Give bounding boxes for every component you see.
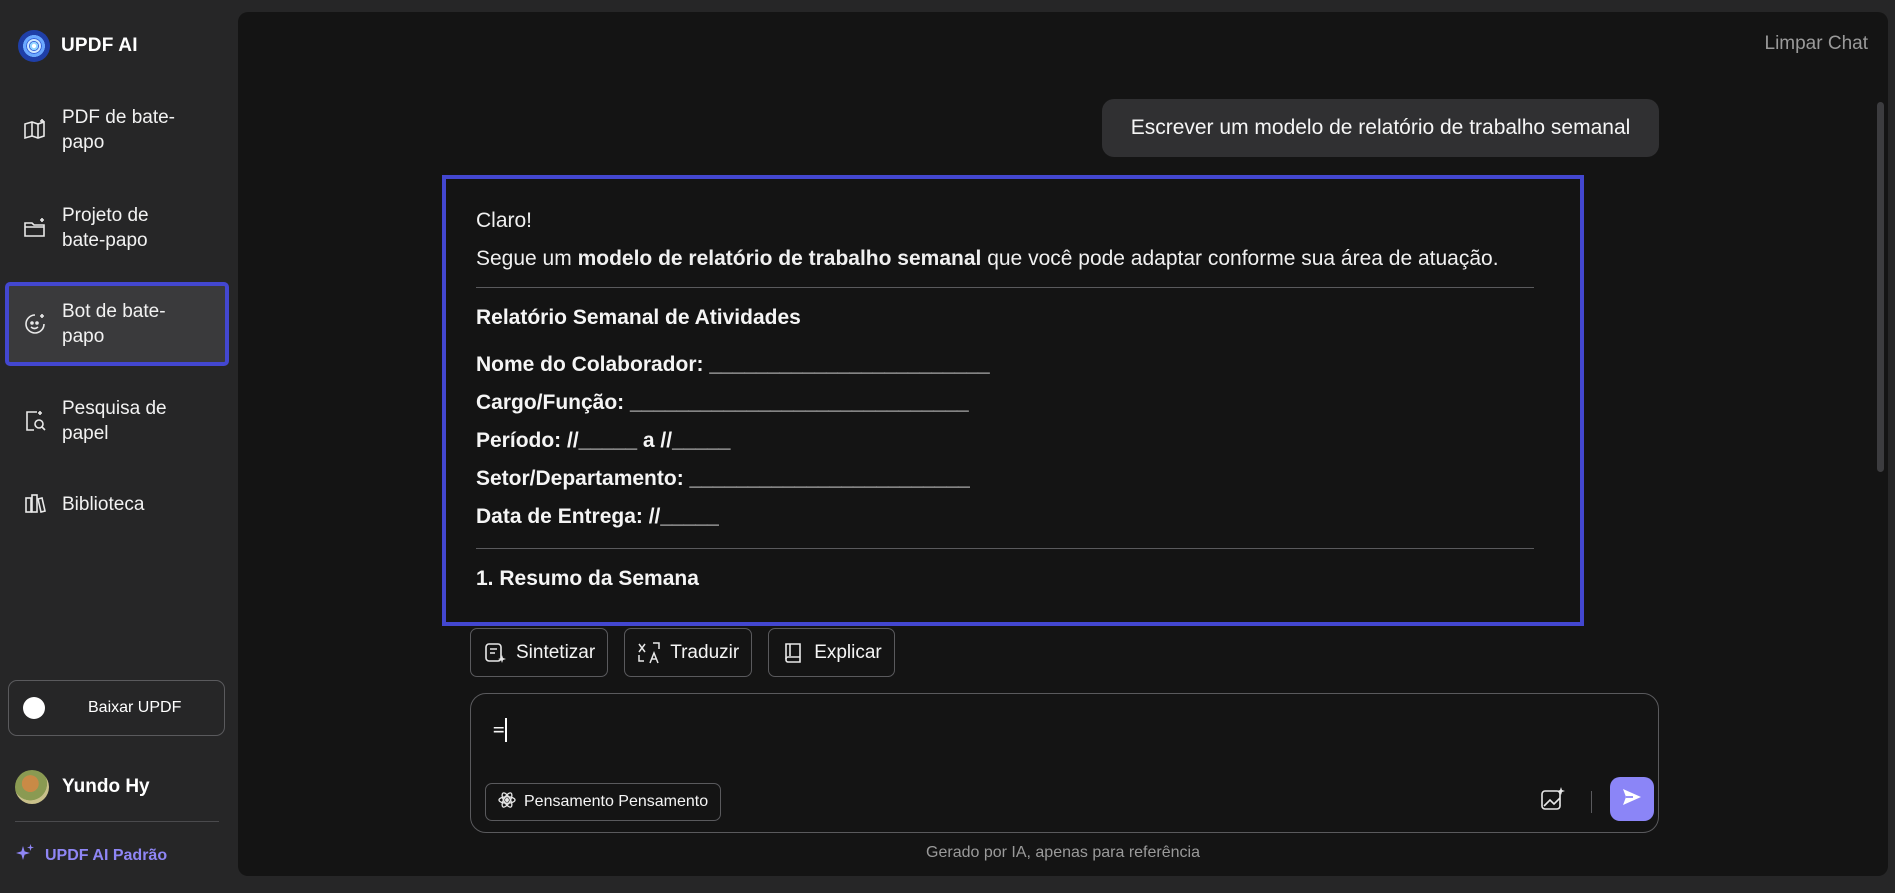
explain-button[interactable]: Explicar [768, 628, 895, 677]
folder-chat-icon [22, 215, 48, 241]
paper-search-icon [22, 408, 48, 434]
report-title: Relatório Semanal de Atividades [476, 306, 801, 329]
chat-input[interactable]: = [493, 718, 508, 742]
divider [476, 548, 1534, 549]
divider [1591, 791, 1592, 813]
form-field-department: Setor/Departamento: ____________________… [476, 467, 970, 490]
send-icon [1621, 786, 1643, 813]
user-message-text: Escrever um modelo de relatório de traba… [1130, 116, 1631, 139]
clear-chat-button[interactable]: Limpar Chat [1765, 33, 1869, 55]
image-ai-button[interactable] [1538, 786, 1568, 816]
sparkle-icon [15, 843, 35, 868]
sidebar-item-label: Biblioteca [62, 493, 145, 515]
user-message-bubble: Escrever um modelo de relatório de traba… [1102, 99, 1659, 157]
scrollbar[interactable] [1877, 102, 1884, 472]
plan-label: UPDF AI Padrão [45, 846, 168, 864]
avatar [15, 770, 49, 804]
text-caret [505, 718, 508, 742]
translate-icon [637, 641, 661, 665]
download-indicator-icon [23, 697, 45, 719]
sidebar-item-label: Projeto de bate-papo [62, 205, 149, 251]
ai-response-card: Claro! Segue um modelo de relatório de t… [442, 175, 1584, 626]
user-name: Yundo Hy [62, 776, 150, 797]
sidebar-item-pdf-chat[interactable]: PDF de bate-papo [8, 91, 226, 169]
sidebar-item-label: PDF de bate-papo [62, 107, 175, 153]
sidebar-item-paper-search[interactable]: Pesquisa de papel [8, 382, 226, 460]
sidebar-item-project-chat[interactable]: Projeto de bate-papo [8, 189, 226, 267]
sidebar-item-chat-bot[interactable]: Bot de bate-papo [5, 282, 229, 366]
app-window: UPDF AI PDF de bate-papo Projeto de bate… [0, 0, 1895, 893]
response-greeting: Claro! [476, 209, 533, 232]
translate-button[interactable]: Traduzir [624, 628, 753, 677]
brand: UPDF AI [18, 30, 138, 62]
chat-input-box[interactable]: = Pensamento Pensamento [470, 693, 1659, 833]
form-field-delivery-date: Data de Entrega: //_____ [476, 505, 719, 528]
summarize-label: Sintetizar [516, 641, 596, 663]
summarize-icon [483, 641, 507, 665]
sidebar-item-label: Bot de bate-papo [62, 301, 166, 347]
download-updf-button[interactable]: Baixar UPDF [8, 680, 225, 736]
send-button[interactable] [1610, 777, 1654, 821]
atom-icon [498, 791, 516, 814]
section-heading: 1. Resumo da Semana [476, 567, 699, 590]
thinking-toggle-button[interactable]: Pensamento Pensamento [485, 783, 722, 821]
library-icon [22, 491, 48, 517]
sidebar-item-library[interactable]: Biblioteca [8, 465, 226, 543]
response-intro: Segue um modelo de relatório de trabalho… [476, 245, 1536, 273]
form-field-name: Nome do Colaborador: ___________________… [476, 353, 990, 376]
book-chat-icon [22, 117, 48, 143]
app-name: UPDF AI [61, 35, 138, 56]
intro-suffix: que você pode adaptar conforme sua área … [981, 247, 1499, 270]
explain-label: Explicar [814, 641, 882, 663]
intro-bold: modelo de relatório de trabalho semanal [577, 247, 982, 270]
sidebar-item-label: Pesquisa de papel [62, 398, 167, 444]
response-actions: Sintetizar Traduzir Explicar [470, 628, 895, 677]
bot-icon [22, 311, 48, 337]
image-sparkle-icon [1540, 786, 1566, 817]
sidebar: UPDF AI PDF de bate-papo Projeto de bate… [0, 0, 235, 893]
intro-prefix: Segue um [476, 247, 578, 270]
plan-selector[interactable]: UPDF AI Padrão [15, 843, 167, 868]
user-profile[interactable]: Yundo Hy [15, 770, 150, 804]
chat-panel: Limpar Chat Escrever um modelo de relató… [238, 12, 1888, 876]
ai-disclaimer: Gerado por IA, apenas para referência [926, 844, 1200, 861]
form-field-period: Período: //_____ a //_____ [476, 429, 731, 452]
download-label: Baixar UPDF [88, 699, 182, 716]
divider [476, 287, 1534, 288]
updf-logo-icon [18, 30, 50, 62]
chat-input-value: = [493, 718, 505, 741]
summarize-button[interactable]: Sintetizar [470, 628, 609, 677]
form-field-role: Cargo/Função: __________________________… [476, 391, 969, 414]
divider [15, 821, 219, 822]
translate-label: Traduzir [670, 641, 740, 663]
book-icon [781, 641, 805, 665]
thinking-label: Pensamento Pensamento [524, 793, 709, 810]
